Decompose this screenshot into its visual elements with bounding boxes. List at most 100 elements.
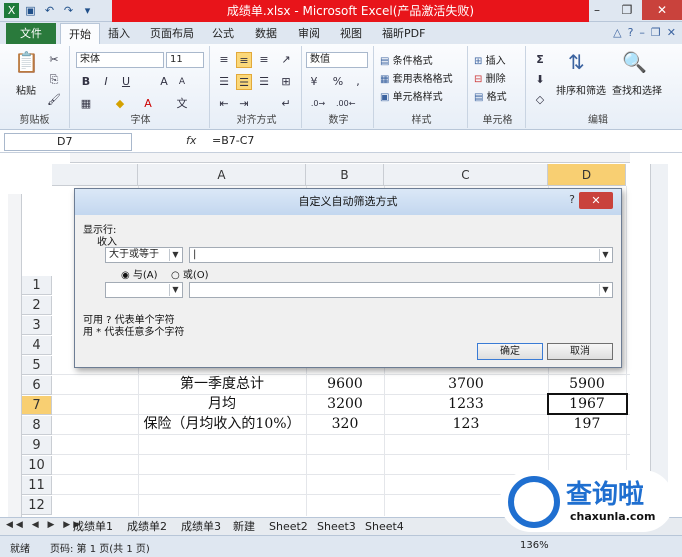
cell-styles-button[interactable]: ▣ 单元格样式 [380,88,443,103]
cell-a6[interactable]: 第一季度总计 [138,375,306,394]
dialog-help-button[interactable]: ? [569,193,575,206]
bold-button[interactable]: B [78,74,94,90]
cell-b8[interactable]: 320 [306,415,384,434]
borders-icon[interactable]: ▦ [78,96,94,112]
tab-page-layout[interactable]: 页面布局 [150,25,194,41]
tab-view[interactable]: 视图 [340,25,362,41]
row-header[interactable]: 10 [22,456,52,475]
operator1-select[interactable]: 大于或等于 ▼ [105,247,183,263]
tab-file[interactable]: 文件 [6,23,56,44]
percent-button[interactable]: % [330,74,346,90]
shrink-font-button[interactable]: A [174,74,190,90]
formula-input[interactable]: =B7-C7 [212,134,254,147]
cell-c8[interactable]: 123 [384,415,548,434]
wrap-text-icon[interactable]: ↵ [278,96,294,112]
row-header[interactable]: 8 [22,416,52,435]
phonetic-icon[interactable]: 文 [174,96,190,112]
font-size-select[interactable]: 11 [166,52,204,68]
cut-icon[interactable]: ✂ [46,52,62,68]
and-radio[interactable]: ◉ 与(A) [121,266,158,281]
clear-icon[interactable]: ◇ [532,92,548,108]
restore-button[interactable]: ❐ [612,0,642,20]
merge-center-icon[interactable]: ⊞ [278,74,294,90]
cell-b6[interactable]: 9600 [306,375,384,394]
copy-icon[interactable]: ⎘ [46,72,62,88]
orientation-icon[interactable]: ↗ [278,52,294,68]
italic-button[interactable]: I [98,74,114,90]
conditional-format-button[interactable]: ▤ 条件格式 [380,52,433,67]
paste-icon[interactable]: 📋 [14,50,39,74]
tab-home[interactable]: 开始 [60,23,100,44]
format-painter-icon[interactable]: 🖌 [46,92,62,108]
row-header[interactable]: 4 [22,336,52,355]
column-header-a[interactable]: A [138,164,306,186]
format-cells-button[interactable]: ▤ 格式 [474,88,507,103]
sheet-tab[interactable]: Sheet4 [362,519,407,535]
decrease-indent-icon[interactable]: ⇤ [216,96,232,112]
customize-qat-icon[interactable]: ▾ [80,3,95,18]
tab-formulas[interactable]: 公式 [212,25,234,41]
fill-color-icon[interactable]: ◆ [112,96,128,112]
cell-a7[interactable]: 月均 [138,395,306,414]
cell-c6[interactable]: 3700 [384,375,548,394]
sheet-tab[interactable]: 成绩单2 [124,519,170,535]
fill-icon[interactable]: ⬇ [532,72,548,88]
column-header-b[interactable]: B [306,164,384,186]
increase-indent-icon[interactable]: ⇥ [236,96,252,112]
decrease-decimal-icon[interactable]: .00← [336,96,355,112]
dialog-close-button[interactable]: ✕ [579,192,613,209]
row-header[interactable]: 6 [22,376,52,395]
increase-decimal-icon[interactable]: .0→ [310,96,326,112]
name-box[interactable]: D7 [4,133,132,151]
row-header[interactable]: 3 [22,316,52,335]
column-header-c[interactable]: C [384,164,548,186]
value1-combo[interactable]: | ▼ [189,247,613,263]
window-close-icon[interactable]: ✕ [667,26,676,39]
insert-cells-button[interactable]: ⊞ 插入 [474,52,506,67]
cell-d8[interactable]: 197 [548,415,626,434]
minimize-button[interactable]: – [582,0,612,20]
sheet-tab[interactable]: 成绩单3 [178,519,224,535]
ok-button[interactable]: 确定 [477,343,543,360]
chevron-up-icon[interactable]: △ [613,26,621,39]
row-header[interactable]: 1 [22,276,52,295]
tab-review[interactable]: 审阅 [298,25,320,41]
paste-button[interactable]: 粘贴 [16,82,36,97]
sort-filter-button[interactable]: 排序和筛选 [556,82,606,97]
align-bottom-icon[interactable]: ≡ [256,52,272,68]
cell-c7[interactable]: 1233 [384,395,548,414]
operator2-select[interactable]: ▼ [105,282,183,298]
window-restore-icon[interactable]: ❐ [651,26,661,39]
vertical-scrollbar[interactable] [650,164,668,516]
cell-b7[interactable]: 3200 [306,395,384,414]
cell-a8[interactable]: 保险（月均收入的10%） [130,415,314,434]
close-button[interactable]: ✕ [642,0,682,20]
find-select-button[interactable]: 查找和选择 [612,82,662,97]
grow-font-button[interactable]: A [156,74,172,90]
value2-combo[interactable]: ▼ [189,282,613,298]
row-header[interactable]: 12 [22,496,52,515]
sheet-tab[interactable]: 成绩单1 [70,519,116,535]
zoom-level[interactable]: 136% [520,540,549,551]
underline-button[interactable]: U [118,74,134,90]
row-header[interactable]: 5 [22,356,52,375]
undo-icon[interactable]: ↶ [42,3,57,18]
sheet-tab[interactable]: Sheet3 [314,519,359,535]
row-header[interactable]: 2 [22,296,52,315]
font-color-icon[interactable]: A [140,96,156,112]
delete-cells-button[interactable]: ⊟ 删除 [474,70,506,85]
font-name-select[interactable]: 宋体 [76,52,164,68]
align-middle-icon[interactable]: ≡ [236,52,252,68]
save-icon[interactable]: ▣ [23,3,38,18]
align-left-icon[interactable]: ☰ [216,74,232,90]
column-header-d[interactable]: D [548,164,626,186]
align-right-icon[interactable]: ☰ [256,74,272,90]
help-icon[interactable]: ? [628,26,634,39]
cancel-button[interactable]: 取消 [547,343,613,360]
format-as-table-button[interactable]: ▦ 套用表格格式 [380,70,453,85]
redo-icon[interactable]: ↷ [61,3,76,18]
tab-foxit-pdf[interactable]: 福昕PDF [382,25,425,41]
sheet-tab[interactable]: Sheet2 [266,519,311,535]
row-header-selected[interactable]: 7 [22,396,52,415]
row-header[interactable]: 9 [22,436,52,455]
